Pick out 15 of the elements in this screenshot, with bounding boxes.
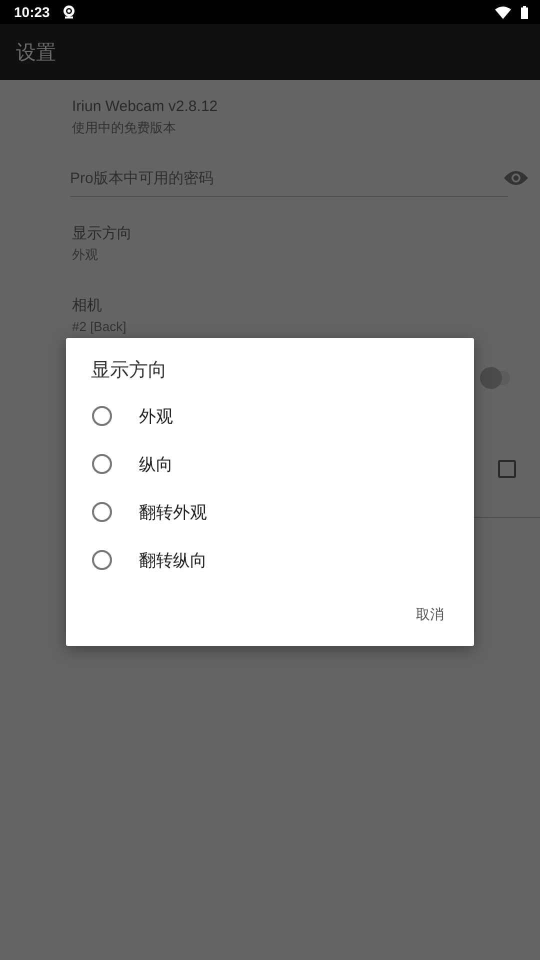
radio-option[interactable]: 外观 (66, 392, 474, 440)
cancel-button[interactable]: 取消 (406, 598, 454, 632)
item-title: 相机 (72, 296, 103, 316)
option-label: 翻转外观 (139, 502, 207, 524)
option-label: 外观 (139, 406, 173, 428)
item-title: 显示方向 (72, 224, 133, 244)
option-label: 翻转纵向 (139, 550, 207, 572)
app-title: 设置 (16, 38, 56, 66)
status-time: 10:23 (14, 4, 50, 20)
dialog-title: 显示方向 (90, 358, 168, 382)
version-title: Iriun Webcam v2.8.12 (72, 97, 219, 117)
radio-option[interactable]: 纵向 (66, 440, 474, 488)
option-label: 纵向 (139, 454, 173, 476)
radio-option[interactable]: 翻转外观 (66, 488, 474, 536)
radio-option[interactable]: 翻转纵向 (66, 536, 474, 584)
